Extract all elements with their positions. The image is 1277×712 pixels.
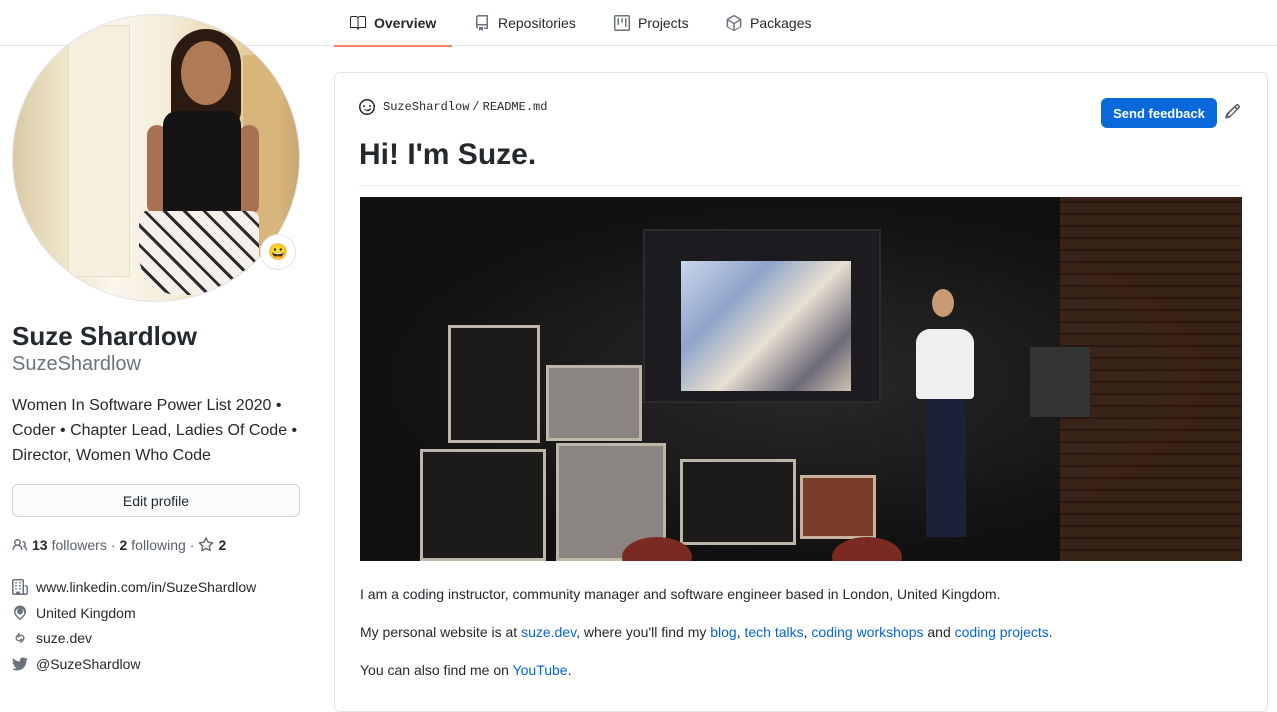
stars-link[interactable]: 2: [198, 537, 230, 553]
readme-stage-photo: [360, 197, 1242, 561]
text: ,: [736, 624, 745, 640]
text: You can also find me on: [360, 662, 513, 678]
following-link[interactable]: 2 following: [120, 537, 186, 553]
avatar-photo-skirt: [139, 211, 259, 295]
people-icon: [12, 539, 28, 551]
grinning-face-icon: 😀: [268, 244, 288, 261]
profile-bio: Women In Software Power List 2020 • Code…: [12, 397, 298, 464]
edit-profile-label: Edit profile: [122, 492, 190, 509]
youtube-link[interactable]: YouTube: [513, 662, 568, 678]
profile-full-name: Suze Shardlow: [12, 321, 197, 351]
vcard-twitter[interactable]: @SuzeShardlow: [12, 654, 312, 674]
organization-icon: [12, 579, 28, 595]
coding-projects-link[interactable]: coding projects: [955, 624, 1049, 640]
send-feedback-button[interactable]: Send feedback: [1101, 98, 1217, 128]
readme-path-separator: /: [472, 100, 480, 114]
followers-link[interactable]: 13 followers: [12, 537, 107, 553]
edit-profile-button[interactable]: Edit profile: [12, 484, 300, 517]
pencil-icon[interactable]: [1225, 103, 1241, 119]
location-icon: [14, 605, 26, 620]
tab-repositories[interactable]: Repositories: [474, 0, 576, 46]
tab-repositories-label: Repositories: [498, 15, 576, 31]
photo-screen-image: [681, 261, 851, 391]
following-count: 2: [119, 537, 128, 553]
tab-projects-label: Projects: [638, 15, 689, 31]
photo-speaker-legs: [926, 397, 966, 537]
readme-path-user[interactable]: SuzeShardlow: [383, 100, 469, 114]
profile-username: SuzeShardlow: [12, 353, 141, 375]
tab-projects[interactable]: Projects: [614, 0, 689, 46]
followers-count: 13: [32, 537, 48, 553]
stars-count: 2: [218, 537, 227, 553]
avatar-photo-top: [163, 111, 241, 215]
text: and: [923, 624, 955, 640]
avatar-photo-arm-right: [239, 125, 259, 215]
readme-paragraph-intro: I am a coding instructor, community mana…: [360, 586, 1001, 602]
readme-heading: Hi! I'm Suze.: [359, 135, 1241, 186]
text: .: [567, 662, 572, 678]
status-emoji-button[interactable]: 😀: [260, 234, 296, 270]
readme-path-file[interactable]: README.md: [483, 100, 548, 114]
social-counts: 13 followers · 2 following · 2: [12, 535, 230, 555]
separator-dot: ·: [110, 537, 116, 553]
avatar-photo-face: [181, 41, 231, 105]
location-text: United Kingdom: [36, 605, 136, 621]
tab-overview-label: Overview: [374, 15, 437, 31]
avatar[interactable]: [12, 14, 300, 302]
text: , where you'll find my: [576, 624, 711, 640]
separator-dot: ·: [189, 537, 195, 553]
vcard-location: United Kingdom: [12, 603, 312, 623]
tab-overview[interactable]: Overview: [333, 0, 453, 47]
readme-paragraph-website: My personal website is at suze.dev, wher…: [360, 622, 1053, 642]
coding-workshops-link[interactable]: coding workshops: [811, 624, 923, 640]
tab-packages-label: Packages: [750, 15, 812, 31]
readme-path: SuzeShardlow / README.md: [359, 99, 547, 115]
photo-lectern: [1030, 347, 1090, 417]
tech-talks-link[interactable]: tech talks: [745, 624, 804, 640]
photo-seat: [832, 537, 902, 561]
photo-amp: [680, 459, 796, 545]
following-label: following: [131, 537, 186, 553]
photo-amp: [800, 475, 876, 539]
text: My personal website is at: [360, 624, 522, 640]
readme-panel: SuzeShardlow / README.md Send feedback H…: [334, 72, 1268, 712]
project-icon: [614, 15, 630, 31]
photo-speaker-body: [916, 329, 974, 399]
photo-amp: [546, 365, 642, 441]
avatar-photo-door: [68, 25, 130, 277]
photo-amp: [448, 325, 540, 443]
book-icon: [350, 16, 366, 30]
link-icon: [15, 633, 25, 643]
website-link[interactable]: suze.dev: [36, 630, 92, 646]
photo-amp: [420, 449, 546, 561]
repo-icon: [476, 15, 488, 31]
avatar-container: 😀: [12, 14, 300, 302]
twitter-icon: [12, 657, 28, 671]
text: .: [1048, 624, 1053, 640]
vcard-organization: www.linkedin.com/in/SuzeShardlow: [12, 577, 312, 597]
package-icon: [726, 15, 742, 31]
blog-link[interactable]: blog: [710, 624, 736, 640]
star-icon: [199, 537, 214, 552]
smiley-icon: [359, 99, 375, 115]
photo-speaker-head: [932, 289, 954, 317]
send-feedback-label: Send feedback: [1113, 105, 1205, 121]
tab-packages[interactable]: Packages: [726, 0, 811, 46]
followers-label: followers: [51, 537, 107, 553]
photo-projector-screen: [643, 229, 881, 403]
twitter-link[interactable]: @SuzeShardlow: [36, 656, 141, 672]
suze-dev-link[interactable]: suze.dev: [521, 624, 576, 640]
readme-paragraph-youtube: You can also find me on YouTube.: [360, 660, 571, 680]
organization-text: www.linkedin.com/in/SuzeShardlow: [36, 579, 257, 595]
vcard-website[interactable]: suze.dev: [12, 628, 312, 648]
